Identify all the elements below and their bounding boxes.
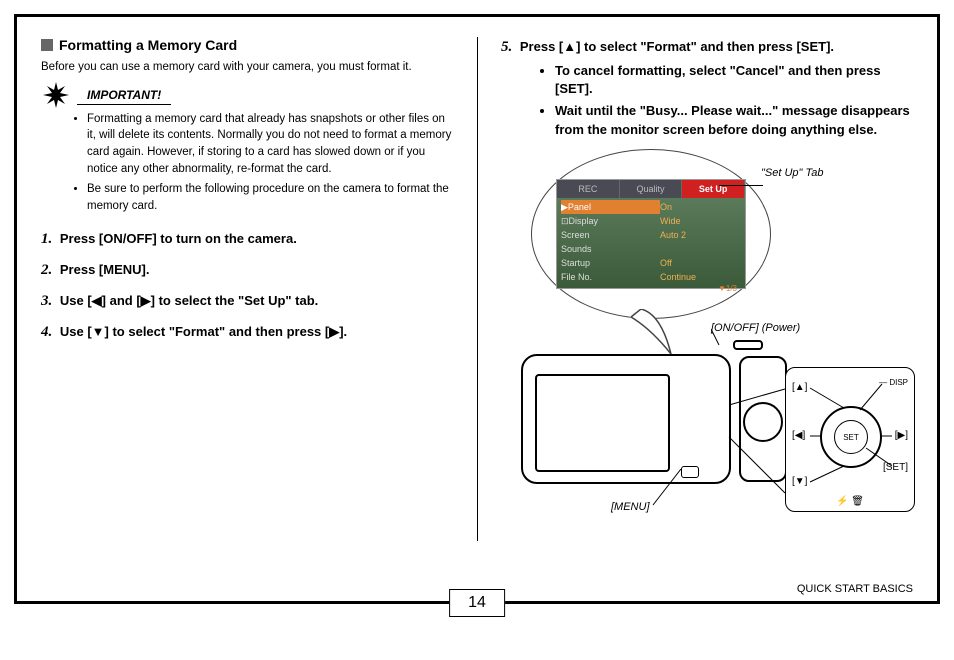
control-pad-detail: SET [▲] [◀] [▼] [▶] [SET] — DISP ⚡ 🗑 bbox=[785, 367, 915, 512]
step-4: 4. Use [▼] to select "Format" and then p… bbox=[41, 322, 453, 343]
zoom-lines bbox=[719, 387, 789, 497]
camera-body bbox=[521, 354, 731, 484]
menu-tabs: REC Quality Set Up bbox=[557, 180, 745, 198]
label-down: [▼] bbox=[792, 476, 807, 487]
important-label: IMPORTANT! bbox=[77, 86, 171, 105]
set-button: SET bbox=[834, 420, 868, 454]
label-left: [◀] bbox=[792, 430, 805, 441]
leader-line bbox=[719, 185, 763, 186]
step-1: 1. Press [ON/OFF] to turn on the camera. bbox=[41, 229, 453, 250]
important-list: Formatting a memory card that already ha… bbox=[41, 111, 453, 215]
important-item: Be sure to perform the following procedu… bbox=[87, 181, 453, 214]
steps-list: 1. Press [ON/OFF] to turn on the camera.… bbox=[41, 229, 453, 343]
tab-quality: Quality bbox=[620, 180, 683, 198]
label-right: [▶] bbox=[895, 430, 908, 441]
power-leader-line bbox=[711, 329, 751, 349]
sub-item: Wait until the "Busy... Please wait..." … bbox=[555, 102, 913, 138]
page-number: 14 bbox=[449, 589, 505, 617]
right-column: 5. Press [▲] to select "Format" and then… bbox=[477, 17, 937, 601]
burst-icon bbox=[43, 82, 69, 108]
camera-lcd bbox=[535, 374, 670, 472]
sub-item: To cancel formatting, select "Cancel" an… bbox=[555, 62, 913, 98]
label-set: [SET] bbox=[883, 462, 908, 473]
column-divider bbox=[477, 37, 478, 541]
important-label-text: IMPORTANT! bbox=[87, 88, 161, 102]
section-heading: Formatting a Memory Card bbox=[41, 37, 453, 53]
intro-text: Before you can use a memory card with yo… bbox=[41, 59, 453, 76]
menu-body: ▶PanelOn ⊡DisplayWide ScreenAuto 2 Sound… bbox=[557, 198, 745, 288]
menu-pager: ▼1/3 bbox=[561, 284, 741, 293]
step-5-sublist: To cancel formatting, select "Cancel" an… bbox=[525, 62, 913, 139]
diagram-area: REC Quality Set Up ▶PanelOn ⊡DisplayWide… bbox=[501, 149, 913, 519]
section-title-text: Formatting a Memory Card bbox=[59, 37, 237, 53]
menu-leader-line bbox=[651, 469, 691, 509]
tab-setup: Set Up bbox=[682, 180, 745, 198]
important-item: Formatting a memory card that already ha… bbox=[87, 111, 453, 178]
camera-menu-screen: REC Quality Set Up ▶PanelOn ⊡DisplayWide… bbox=[556, 179, 746, 289]
step-2: 2. Press [MENU]. bbox=[41, 260, 453, 281]
tab-rec: REC bbox=[557, 180, 620, 198]
label-setup-tab: "Set Up" Tab bbox=[761, 167, 823, 179]
steps-list-right: 5. Press [▲] to select "Format" and then… bbox=[501, 37, 913, 139]
control-pad-bottom-icons: ⚡ 🗑 bbox=[786, 496, 914, 507]
label-up: [▲] bbox=[792, 382, 807, 393]
manual-page: Formatting a Memory Card Before you can … bbox=[14, 14, 940, 604]
step-5: 5. Press [▲] to select "Format" and then… bbox=[501, 37, 913, 139]
label-menu: [MENU] bbox=[611, 501, 650, 513]
footer-section-label: QUICK START BASICS bbox=[797, 583, 913, 595]
label-disp: — DISP bbox=[879, 378, 908, 387]
square-bullet-icon bbox=[41, 39, 53, 51]
step-3: 3. Use [◀] and [▶] to select the "Set Up… bbox=[41, 291, 453, 312]
left-column: Formatting a Memory Card Before you can … bbox=[17, 17, 477, 601]
